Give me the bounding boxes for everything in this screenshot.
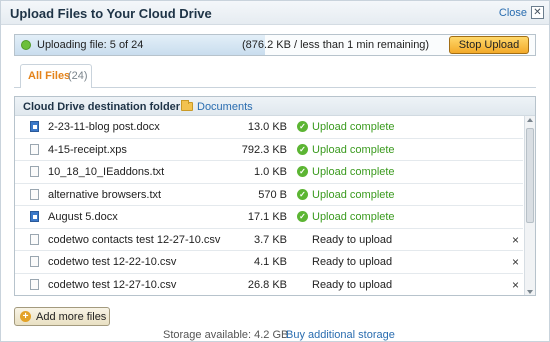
title-bar: Upload Files to Your Cloud Drive Close ✕ — [1, 1, 549, 25]
upload-dialog: Upload Files to Your Cloud Drive Close ✕… — [0, 0, 550, 342]
check-icon: ✓ — [297, 211, 308, 222]
check-icon: ✓ — [297, 188, 308, 200]
file-list: 2-23-11-blog post.docx 13.0 KB ✓ Upload com… — [15, 116, 523, 296]
file-row: 10_18_10_IEaddons.txt 1.0 KB ✓ Upload compl… — [15, 161, 523, 184]
file-icon — [30, 233, 39, 245]
file-size: 1.0 KB — [253, 166, 287, 178]
folder-icon — [181, 100, 193, 111]
file-name: codetwo test 12-27-10.csv — [48, 278, 177, 291]
upload-detail-text: (876.2 KB / less than 1 min remaining) — [242, 39, 430, 51]
tab-count: (24) — [68, 70, 88, 82]
file-icon — [30, 188, 39, 200]
close-link[interactable]: Close — [499, 7, 527, 19]
upload-status: Upload complete — [312, 188, 395, 201]
upload-status: Ready to upload — [312, 256, 393, 268]
file-size: 3.7 KB — [253, 233, 287, 246]
file-icon — [30, 143, 39, 155]
add-icon: + — [20, 311, 31, 322]
scrollbar[interactable] — [524, 116, 535, 295]
buy-storage-link[interactable]: Buy additional storage — [286, 329, 395, 341]
file-name: alternative browsers.txt — [48, 188, 162, 201]
file-size: 4.1 KB — [253, 256, 287, 268]
file-size: 17.1 KB — [247, 211, 287, 223]
file-name: codetwo contacts test 12-27-10.csv — [48, 233, 221, 246]
word-doc-icon — [30, 121, 39, 132]
upload-status: Upload complete — [312, 211, 395, 223]
file-row: codetwo test 12-27-10.csv 26.8 KB Ready to… — [15, 274, 523, 296]
scroll-down-icon[interactable] — [527, 290, 533, 294]
check-icon: ✓ — [297, 166, 308, 177]
file-row: codetwo contacts test 12-27-10.csv 3.7 KB… — [15, 229, 523, 251]
close-icon[interactable]: ✕ — [531, 6, 544, 19]
file-name: codetwo test 12-22-10.csv — [48, 256, 177, 268]
check-icon: ✓ — [297, 121, 308, 132]
file-name: August 5.docx — [48, 211, 118, 223]
file-icon — [30, 278, 39, 290]
file-row: alternative browsers.txt 570 B ✓ Upload com… — [15, 184, 523, 206]
file-row: 4-15-receipt.xps 792.3 KB ✓ Upload complete — [15, 139, 523, 161]
file-row: codetwo test 12-22-10.csv 4.1 KB Ready to … — [15, 251, 523, 274]
file-list-panel: Cloud Drive destination folder: Document… — [14, 96, 536, 296]
storage-available-text: Storage available: 4.2 GB — [163, 329, 289, 341]
destination-header: Cloud Drive destination folder: Document… — [15, 97, 535, 116]
destination-label: Cloud Drive destination folder: — [23, 101, 184, 113]
file-size: 792.3 KB — [241, 143, 287, 156]
file-name: 2-23-11-blog post.docx — [48, 121, 160, 133]
scroll-up-icon[interactable] — [527, 118, 533, 122]
remove-file-icon[interactable]: × — [512, 278, 519, 292]
file-size: 26.8 KB — [247, 278, 287, 291]
tab-label: All Files — [28, 70, 71, 82]
file-name: 10_18_10_IEaddons.txt — [48, 166, 165, 178]
scroll-thumb[interactable] — [526, 128, 534, 223]
upload-status: Upload complete — [312, 143, 395, 156]
upload-status: Upload complete — [312, 121, 395, 133]
file-icon — [30, 256, 39, 267]
file-name: 4-15-receipt.xps — [48, 143, 127, 156]
uploading-status-icon — [21, 40, 31, 50]
add-more-files-label: Add more files — [36, 311, 107, 323]
file-icon — [30, 166, 39, 177]
file-size: 13.0 KB — [247, 121, 287, 133]
dialog-title: Upload Files to Your Cloud Drive — [10, 6, 212, 21]
file-row: August 5.docx 17.1 KB ✓ Upload complete — [15, 206, 523, 229]
upload-status: Upload complete — [312, 166, 395, 178]
check-icon: ✓ — [297, 143, 308, 155]
destination-folder-link[interactable]: Documents — [197, 101, 253, 113]
word-doc-icon — [30, 211, 39, 222]
add-more-files-button[interactable]: + Add more files — [14, 307, 110, 326]
file-row: 2-23-11-blog post.docx 13.0 KB ✓ Upload com… — [15, 116, 523, 139]
upload-status: Ready to upload — [312, 233, 393, 246]
upload-status: Ready to upload — [312, 278, 393, 291]
tab-all-files[interactable]: All Files (24) — [20, 64, 92, 88]
remove-file-icon[interactable]: × — [512, 255, 519, 269]
tab-divider — [14, 87, 536, 88]
upload-status-text: Uploading file: 5 of 24 — [37, 39, 144, 51]
remove-file-icon[interactable]: × — [512, 233, 519, 247]
stop-upload-button[interactable]: Stop Upload — [449, 36, 529, 54]
file-size: 570 B — [258, 188, 287, 201]
